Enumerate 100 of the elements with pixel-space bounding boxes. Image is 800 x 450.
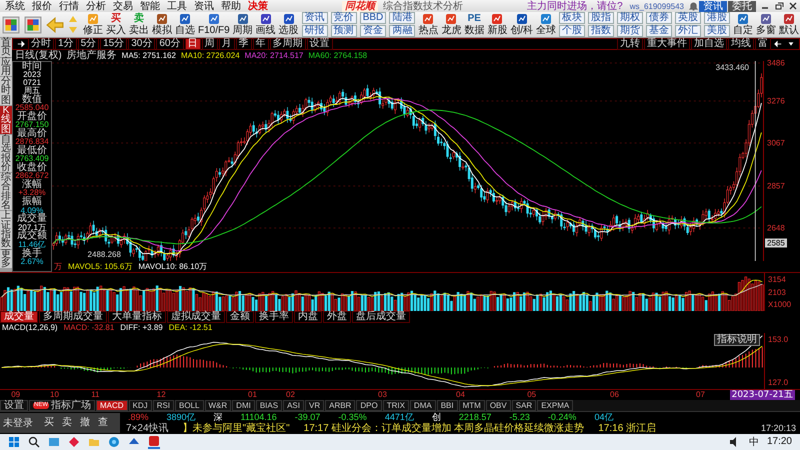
toolbar-button[interactable]: 两融 — [389, 25, 416, 37]
app-icon[interactable] — [48, 436, 60, 448]
menu-item[interactable]: 交易 — [110, 0, 136, 12]
toolbar-button[interactable]: 港股 — [704, 12, 730, 24]
toolbar-button[interactable]: 新股 — [486, 13, 508, 36]
indicator-tab[interactable]: BBI — [436, 400, 458, 411]
toolbar-button[interactable]: 外汇 — [675, 25, 702, 37]
menu-item[interactable]: 分析 — [83, 0, 109, 12]
indicator-tab[interactable]: EXPMA — [537, 400, 574, 411]
four-pane-icon[interactable] — [24, 16, 42, 34]
trade-action-button[interactable]: 查 — [95, 418, 111, 428]
four-pane-icon[interactable] — [8, 436, 20, 448]
toolbar-button[interactable]: 个股 — [559, 25, 586, 37]
volume-tab[interactable]: 多周期成交量 — [39, 311, 107, 323]
period-tab[interactable]: 设置 — [306, 38, 332, 50]
toolbar-button[interactable]: 英股 — [675, 12, 702, 24]
period-tab[interactable]: 日 — [184, 38, 200, 50]
left-arrow-icon[interactable] — [46, 16, 64, 34]
indicator-tab[interactable]: BIAS — [256, 400, 282, 411]
input-method-indicator[interactable]: 中 — [748, 434, 759, 449]
toolbar-button[interactable]: 周期 — [232, 13, 254, 36]
toolbar-button[interactable]: BBD — [360, 12, 386, 24]
indicator-tab[interactable]: W&R — [204, 400, 232, 411]
indicator-tab[interactable]: MACD — [96, 400, 128, 411]
indicator-tab[interactable]: DMI — [232, 400, 255, 411]
menu-item[interactable]: 帮助 — [218, 0, 244, 12]
indicator-tab[interactable]: KDJ — [128, 400, 152, 411]
bell-icon[interactable] — [689, 2, 698, 10]
toolbar-button[interactable]: 债券 — [646, 12, 672, 24]
side-tab[interactable]: 上证指数 — [0, 211, 12, 249]
indicator-tab[interactable]: DPO — [356, 400, 382, 411]
news-headline[interactable]: 17:17 硅业分会：订单成交量增加 本周多晶硅价格延续微涨走势 — [304, 422, 584, 434]
toolbar-button[interactable]: 资讯 — [302, 12, 328, 24]
menu-item[interactable]: 智能 — [137, 0, 163, 12]
toolbar-button[interactable]: 指数 — [588, 25, 614, 37]
volume-tab[interactable]: 成交量 — [0, 311, 38, 323]
volume-tab[interactable]: 盘后成交量 — [352, 311, 410, 323]
toolbar-button[interactable]: 自选 — [174, 13, 196, 36]
indicator-tab[interactable]: TRIX — [382, 400, 409, 411]
alert-link[interactable]: 主力同时进场，请位? — [527, 0, 623, 12]
indicator-tab[interactable]: OBV — [486, 400, 511, 411]
side-tab[interactable]: 自选报价 — [0, 134, 12, 172]
toolbar-button[interactable]: PE 数据 — [463, 13, 486, 36]
toolbar-button[interactable]: 全球 — [535, 13, 558, 36]
toolbar-button[interactable]: 创/科 — [509, 13, 534, 36]
toolbar-button[interactable]: 陆港 — [389, 12, 416, 24]
chart-tool-button[interactable]: 加自选 — [691, 38, 727, 50]
period-tab[interactable]: 1分 — [55, 38, 77, 50]
trade-action-button[interactable]: 卖 — [59, 418, 75, 428]
toolbar-button[interactable]: 卖 卖出 — [128, 13, 150, 36]
indicator-help-button[interactable]: 指标说明 — [714, 334, 760, 346]
side-tab[interactable]: K线图 — [0, 106, 12, 134]
indicator-tab[interactable]: BOLL — [175, 400, 204, 411]
toolbar-button[interactable]: 选股 — [278, 13, 300, 36]
period-tab[interactable]: 周 — [202, 38, 218, 50]
menu-item[interactable]: 工具 — [164, 0, 190, 12]
period-tab[interactable]: 年 — [252, 38, 268, 50]
taskbar-clock[interactable]: 17:20 — [766, 436, 792, 448]
period-tab[interactable]: 分时 — [28, 38, 54, 50]
toolbar-button[interactable]: 买 买入 — [105, 13, 127, 36]
volume-tab[interactable]: 内盘 — [294, 311, 322, 323]
toolbar-button[interactable]: 默认 — [778, 13, 800, 36]
toolbar-button[interactable]: 修正 — [82, 13, 104, 36]
indicator-tab[interactable]: ASI — [283, 400, 304, 411]
toolbar-button[interactable]: 资金 — [360, 25, 386, 37]
menu-item[interactable]: 系统 — [2, 0, 28, 12]
toolbar-button[interactable]: 美股 — [704, 25, 730, 37]
close-icon[interactable] — [788, 1, 798, 11]
chart-tool-button[interactable]: 均线 — [728, 38, 754, 50]
menu-item[interactable]: 报价 — [29, 0, 55, 12]
toolbar-button[interactable]: 自定 — [732, 13, 754, 36]
period-tab[interactable]: 月 — [218, 38, 234, 50]
chart-tool-button[interactable]: 富 — [755, 38, 771, 50]
side-tab[interactable]: 更多 — [0, 250, 12, 268]
toolbar-button[interactable]: 模拟 — [151, 13, 173, 36]
period-tab[interactable]: 5分 — [78, 38, 100, 50]
indicator-tab[interactable]: MTM — [458, 400, 485, 411]
header-button[interactable]: 资讯 — [699, 0, 727, 12]
browser-icon[interactable] — [108, 436, 120, 448]
period-tab[interactable]: 季 — [236, 38, 252, 50]
period-tab[interactable]: 15分 — [100, 38, 128, 50]
trade-action-button[interactable]: 买 — [41, 418, 57, 428]
period-tab[interactable]: 60分 — [156, 38, 184, 50]
menu-item[interactable]: 资讯 — [191, 0, 217, 12]
indicator-tab[interactable]: RSI — [152, 400, 174, 411]
volume-tab[interactable]: 虚拟成交量 — [167, 311, 225, 323]
restore-icon[interactable] — [774, 1, 784, 11]
toolbar-button[interactable]: 股指 — [588, 12, 614, 24]
header-button[interactable]: 委托 — [728, 0, 756, 12]
arrow-icon[interactable] — [774, 40, 782, 48]
search-icon[interactable] — [28, 436, 40, 448]
volume-tab[interactable]: 金额 — [226, 311, 254, 323]
side-tab[interactable]: 首页 — [0, 38, 12, 57]
toolbar-button[interactable]: 竞价 — [330, 12, 357, 24]
app-icon[interactable] — [148, 434, 160, 449]
toolbar-button[interactable]: 热点 — [417, 13, 440, 36]
volume-tab[interactable]: 大单量指标 — [108, 311, 166, 323]
toolbar-button[interactable]: 板块 — [559, 12, 586, 24]
toolbar-button[interactable]: 基金 — [646, 25, 672, 37]
toolbar-button[interactable]: F10/F9 — [197, 13, 231, 36]
